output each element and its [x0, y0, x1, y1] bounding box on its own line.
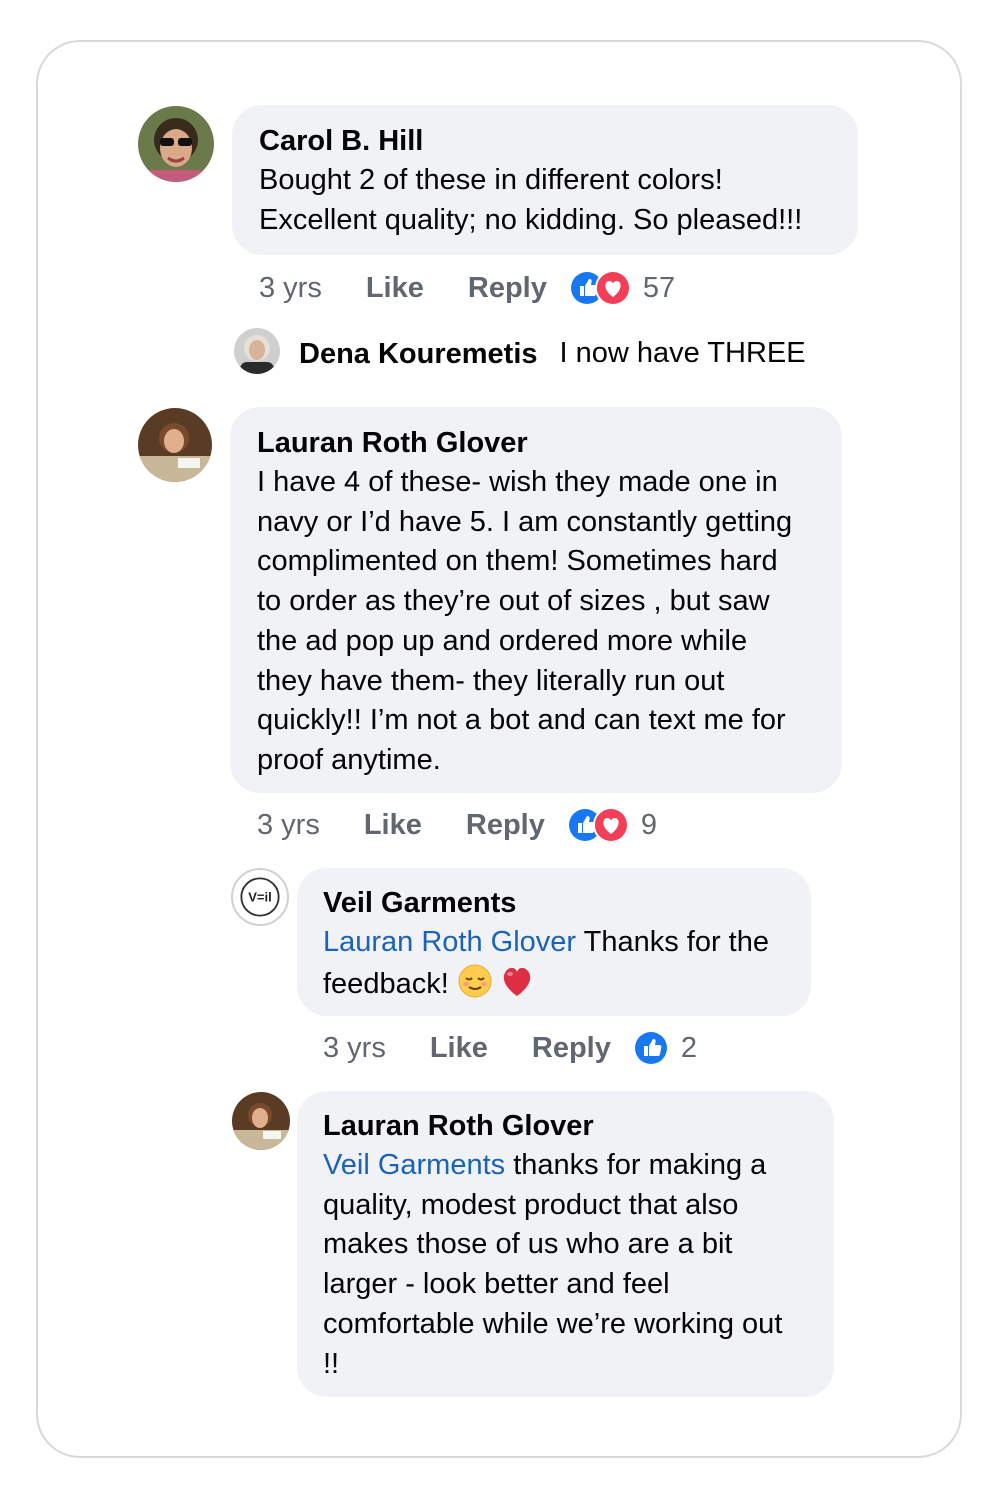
- comment-text: I now have THREE: [559, 337, 806, 370]
- comment-text-line: navy or I’d have 5. I am constantly gett…: [257, 505, 793, 538]
- comment-text-line: feedback!: [323, 963, 811, 1005]
- avatar-carol[interactable]: [138, 106, 214, 182]
- avatar-dena[interactable]: [234, 328, 280, 374]
- comment-text: feedback!: [323, 967, 457, 1000]
- reaction-count[interactable]: 2: [681, 1032, 697, 1065]
- avatar-lauran[interactable]: [232, 1092, 290, 1150]
- comment-time[interactable]: 3 yrs: [259, 272, 322, 305]
- comment-text-line: quality, modest product that also: [323, 1188, 739, 1221]
- comment-text: thanks for making a: [505, 1149, 767, 1181]
- comment-bubble-veil: Veil Garments Lauran Roth Glover Thanks …: [297, 868, 811, 1016]
- comment-text-line: complimented on them! Sometimes hard: [257, 545, 778, 578]
- veil-logo-text: V=il: [248, 890, 272, 905]
- reply-button[interactable]: Reply: [468, 272, 547, 305]
- like-button[interactable]: Like: [430, 1032, 488, 1065]
- love-reaction-icon: [592, 807, 629, 843]
- comment-text-line: !!: [323, 1347, 340, 1380]
- comment-text-line: they have them- they literally run out: [257, 664, 725, 697]
- comment-bubble-carol: Carol B. Hill Bought 2 of these in diffe…: [232, 105, 858, 255]
- inline-reply-dena: Dena Kouremetis I now have THREE: [299, 334, 806, 374]
- reaction-icons[interactable]: [566, 807, 629, 843]
- comment-text-line: comfortable while we’re working out: [323, 1307, 783, 1340]
- reaction-count[interactable]: 57: [643, 272, 675, 305]
- reaction-count[interactable]: 9: [641, 809, 657, 842]
- comment-text-line: makes those of us who are a bit: [323, 1228, 733, 1261]
- comment-actions-veil: 3 yrs Like Reply 2: [323, 1028, 697, 1068]
- comment-text-line: to order as they’re out of sizes , but s…: [257, 585, 770, 618]
- reply-button[interactable]: Reply: [532, 1032, 611, 1065]
- avatar-veil-garments[interactable]: V=il: [231, 868, 289, 926]
- comment-bubble-lauran: Lauran Roth Glover I have 4 of these- wi…: [230, 407, 842, 793]
- comment-bubble-lauran-reply: Lauran Roth Glover Veil Garments thanks …: [297, 1091, 834, 1397]
- comment-text-line: Excellent quality; no kidding. So please…: [259, 203, 803, 236]
- comment-time[interactable]: 3 yrs: [257, 809, 320, 842]
- red-heart-emoji: [499, 963, 535, 999]
- comment-text-line: the ad pop up and ordered more while: [257, 624, 748, 657]
- comment-time[interactable]: 3 yrs: [323, 1032, 386, 1065]
- love-reaction-icon: [594, 270, 631, 306]
- like-button[interactable]: Like: [366, 272, 424, 305]
- comment-author[interactable]: Lauran Roth Glover: [323, 1106, 834, 1146]
- comment-author[interactable]: Dena Kouremetis: [299, 334, 538, 374]
- comment-author[interactable]: Carol B. Hill: [259, 121, 858, 161]
- comment-actions-lauran: 3 yrs Like Reply 9: [257, 805, 657, 845]
- comment-author[interactable]: Lauran Roth Glover: [257, 423, 842, 463]
- comment-text-line: Bought 2 of these in different colors!: [259, 164, 723, 196]
- reply-button[interactable]: Reply: [466, 809, 545, 842]
- comment-text-line: Veil Garments thanks for making a: [323, 1146, 834, 1186]
- comment-actions-carol: 3 yrs Like Reply 57: [259, 268, 675, 308]
- mention-link[interactable]: Lauran Roth Glover: [323, 926, 576, 958]
- like-reaction-icon: [632, 1030, 669, 1066]
- comment-text: Thanks for the: [576, 926, 769, 958]
- comment-author[interactable]: Veil Garments: [323, 883, 811, 923]
- relieved-face-emoji: [457, 963, 493, 999]
- comment-text-line: Lauran Roth Glover Thanks for the: [323, 923, 811, 963]
- reaction-icons[interactable]: [632, 1030, 669, 1066]
- comment-text-line: larger - look better and feel: [323, 1268, 670, 1301]
- comment-text-line: quickly!! I’m not a bot and can text me …: [257, 704, 786, 737]
- mention-link[interactable]: Veil Garments: [323, 1149, 505, 1181]
- like-button[interactable]: Like: [364, 809, 422, 842]
- reaction-icons[interactable]: [568, 270, 631, 306]
- comment-text-line: I have 4 of these- wish they made one in: [257, 466, 778, 498]
- avatar-lauran[interactable]: [138, 408, 212, 482]
- comment-text-line: proof anytime.: [257, 743, 441, 776]
